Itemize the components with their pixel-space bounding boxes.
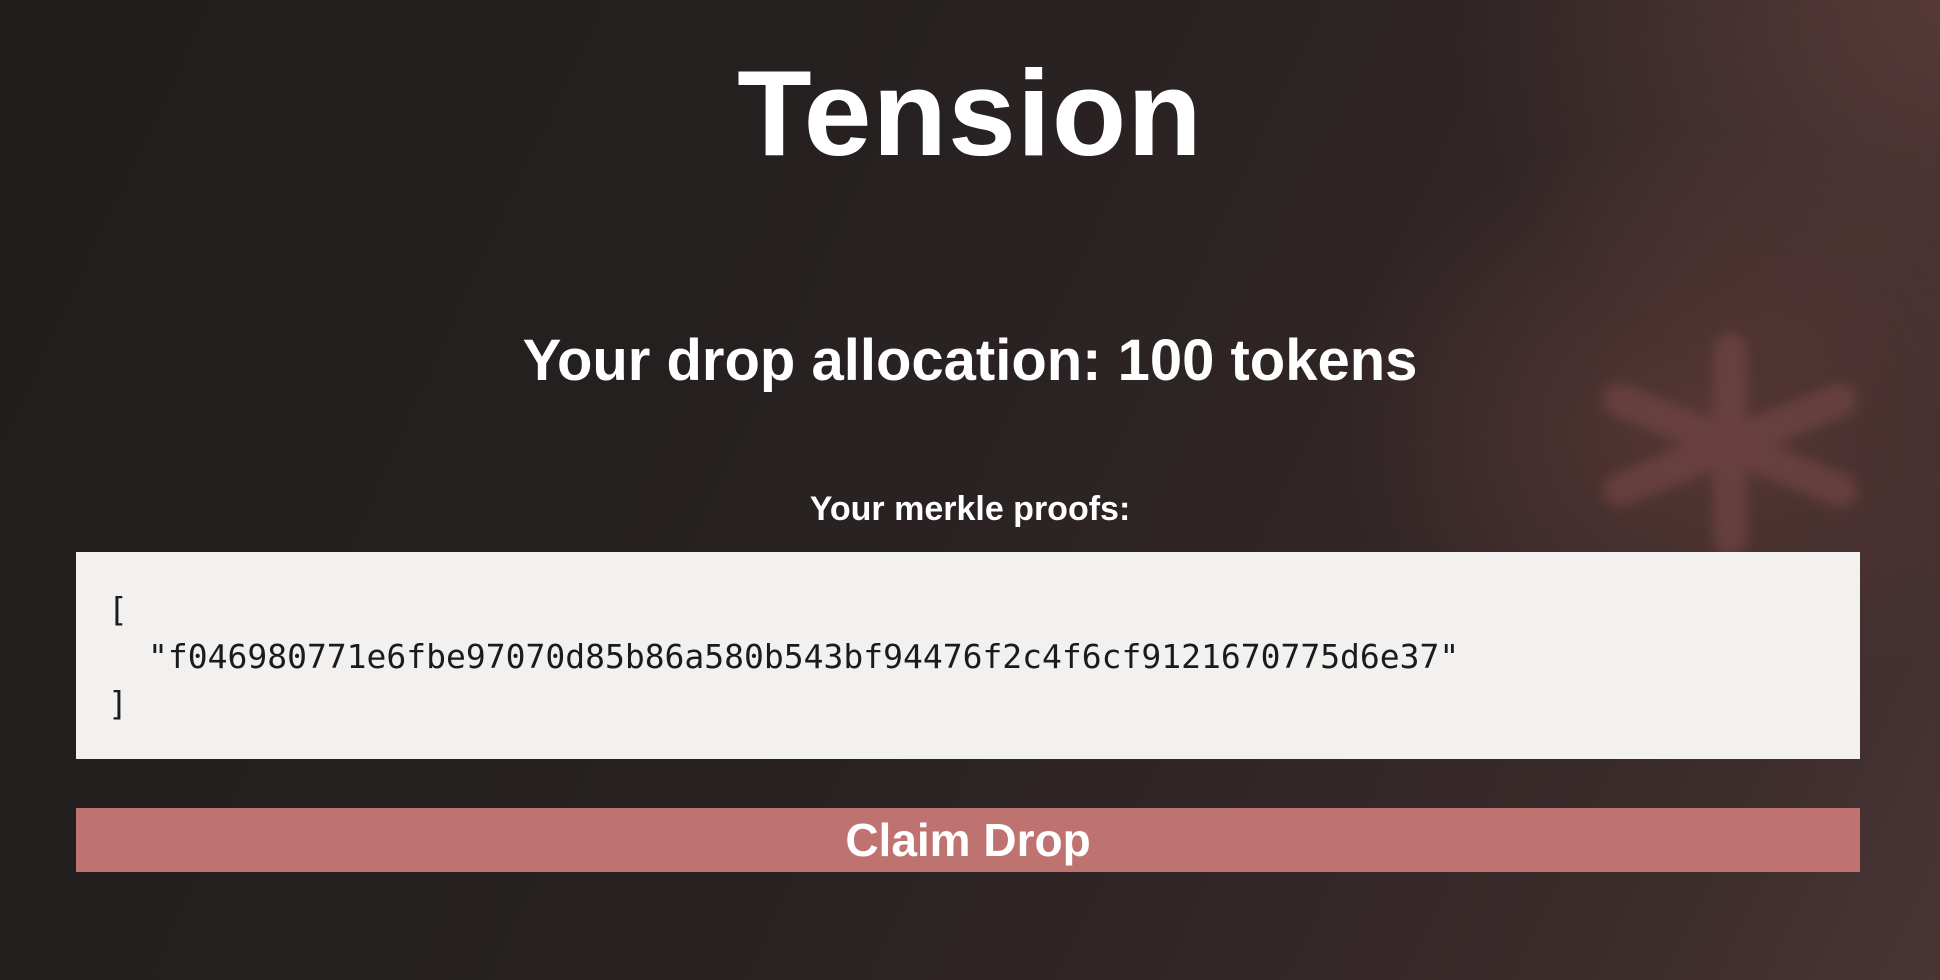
merkle-proofs-box: [ "f046980771e6fbe97070d85b86a580b543bf9… (76, 552, 1860, 759)
proofs-open-bracket: [ (108, 590, 128, 629)
claim-drop-button[interactable]: Claim Drop (76, 808, 1860, 872)
allocation-heading: Your drop allocation: 100 tokens (522, 328, 1418, 393)
page-title: Tension (737, 45, 1203, 181)
proof-item: "f046980771e6fbe97070d85b86a580b543bf944… (148, 637, 1460, 676)
merkle-proofs-label: Your merkle proofs: (809, 490, 1131, 528)
proofs-close-bracket: ] (108, 684, 128, 723)
